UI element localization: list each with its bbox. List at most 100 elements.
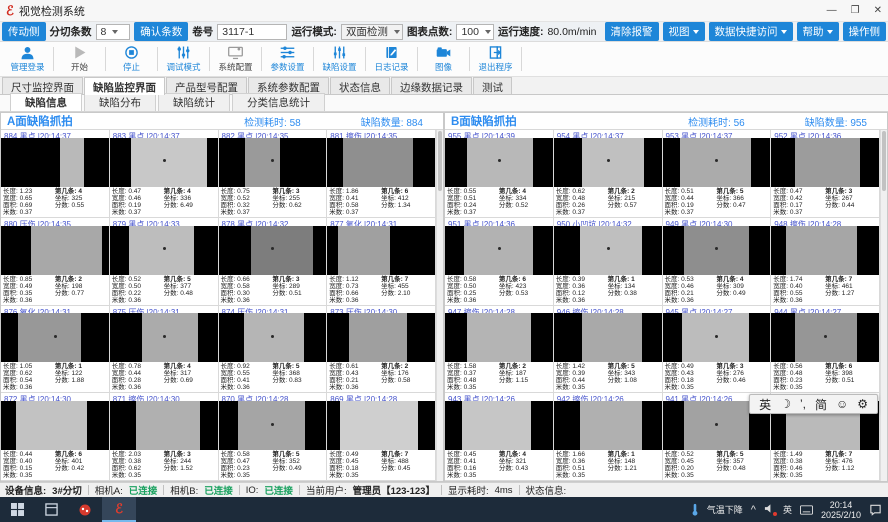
help-menu-button[interactable]: 帮助	[797, 22, 839, 41]
defect-cell[interactable]: 873 压伤 |20:14:30长度: 0.61宽度: 0.43面积: 0.21…	[327, 306, 436, 394]
red-app-icon	[78, 503, 92, 517]
keyboard-icon[interactable]	[800, 505, 813, 515]
defect-cell[interactable]: 942 擦伤 |20:14:26长度: 1.66宽度: 0.36面积: 0.51…	[554, 393, 663, 481]
volume-icon[interactable]	[764, 503, 775, 516]
scrollbar-a[interactable]	[436, 130, 443, 481]
ime-item-3[interactable]: 简	[815, 396, 827, 413]
defect-cell[interactable]: 879 黑点 |20:14:33长度: 0.52宽度: 0.50面积: 0.22…	[110, 218, 219, 306]
debug-mode-button[interactable]: 调试模式	[160, 43, 207, 76]
ime-toolbar[interactable]: 英 ☽ ’, 简 ☺ ⚙	[749, 394, 878, 414]
defect-settings-button[interactable]: 缺陷设置	[316, 43, 363, 76]
defect-cell-header: 948 擦伤 |20:14:28	[771, 218, 879, 226]
sub-tab-0[interactable]: 缺陷信息	[10, 93, 82, 111]
defect-cell[interactable]: 882 黑点 |20:14:35长度: 0.75宽度: 0.52面积: 0.32…	[219, 130, 328, 218]
close-button[interactable]: ✕	[874, 5, 882, 16]
defect-cell[interactable]: 952 黑点 |20:14:36长度: 0.47宽度: 0.42面积: 0.17…	[771, 130, 880, 218]
task-view-button[interactable]	[34, 497, 68, 522]
defect-stats: 长度: 0.61宽度: 0.43面积: 0.21米数: 0.36第几条: 2坐标…	[327, 362, 435, 392]
defect-stats: 长度: 0.53宽度: 0.46面积: 0.21米数: 0.36第几条: 4坐标…	[663, 275, 771, 305]
roll-number-input[interactable]: 3117-1	[217, 24, 287, 40]
defect-cell[interactable]: 948 擦伤 |20:14:28长度: 1.74宽度: 0.40面积: 0.55…	[771, 218, 880, 306]
ime-item-4[interactable]: ☺	[836, 397, 848, 411]
system-config-button[interactable]: 系统配置	[212, 43, 259, 76]
defect-cell-header: 881 擦伤 |20:14:35	[327, 130, 435, 138]
view-menu-button[interactable]: 视图	[663, 22, 705, 41]
clear-alarm-button[interactable]: 清除报警	[605, 22, 659, 41]
defect-cell[interactable]: 883 黑点 |20:14:37长度: 0.47宽度: 0.46面积: 0.19…	[110, 130, 219, 218]
main-tab-0[interactable]: 尺寸监控界面	[2, 77, 83, 94]
sub-tab-1[interactable]: 缺陷分布	[84, 93, 156, 111]
defect-cell[interactable]: 955 黑点 |20:14:39长度: 0.55宽度: 0.51面积: 0.24…	[445, 130, 554, 218]
ime-item-2[interactable]: ’,	[800, 397, 806, 411]
defect-cell[interactable]: 870 黑点 |20:14:28长度: 0.58宽度: 0.47面积: 0.23…	[219, 393, 328, 481]
ime-item-1[interactable]: ☽	[780, 397, 791, 411]
run-mode-select[interactable]: 双面检测	[341, 24, 403, 40]
exit-program-button[interactable]: 退出程序	[472, 43, 519, 76]
main-tab-2[interactable]: 产品型号配置	[166, 77, 247, 94]
main-tab-3[interactable]: 系统参数配置	[248, 77, 329, 94]
chevron-down-icon	[112, 30, 118, 34]
confirm-count-button[interactable]: 确认条数	[134, 22, 188, 41]
defect-cell[interactable]: 881 擦伤 |20:14:35长度: 1.86宽度: 0.41面积: 0.58…	[327, 130, 436, 218]
chart-points-select[interactable]: 100	[456, 24, 494, 40]
ime-item-0[interactable]: 英	[759, 396, 771, 413]
weather-text[interactable]: 气温下降	[707, 503, 743, 516]
defect-cell-header: 880 压伤 |20:14:35	[1, 218, 109, 226]
active-app-button[interactable]: ℰ	[102, 497, 136, 522]
defect-thumbnail	[219, 313, 327, 362]
defect-cell[interactable]: 954 黑点 |20:14:37长度: 0.62宽度: 0.48面积: 0.26…	[554, 130, 663, 218]
app-logo-icon: ℰ	[115, 501, 123, 517]
pinned-app-button[interactable]	[68, 497, 102, 522]
defect-thumbnail	[1, 226, 109, 275]
defect-cell[interactable]: 875 压伤 |20:14:31长度: 0.78宽度: 0.44面积: 0.28…	[110, 306, 219, 394]
defect-cell[interactable]: 945 黑点 |20:14:27长度: 0.49宽度: 0.43面积: 0.18…	[663, 306, 772, 394]
defect-monitor-content: A面缺陷抓拍 检测耗时: 58 缺陷数量: 884 884 黑点 |20:14:…	[0, 112, 888, 482]
main-tab-6[interactable]: 测试	[473, 77, 512, 94]
sub-tab-3[interactable]: 分类信息统计	[232, 93, 325, 111]
admin-login-button[interactable]: 管理登录	[4, 43, 51, 76]
defect-mark	[715, 423, 718, 426]
defect-cell[interactable]: 946 擦伤 |20:14:28长度: 1.42宽度: 0.39面积: 0.44…	[554, 306, 663, 394]
drive-side-button[interactable]: 传动侧	[2, 22, 46, 41]
tray-expand-chevron[interactable]: ^	[751, 504, 756, 516]
ime-item-5[interactable]: ⚙	[857, 397, 868, 411]
defect-cell[interactable]: 877 氧化 |20:14:31长度: 1.12宽度: 0.73面积: 0.66…	[327, 218, 436, 306]
defect-cell[interactable]: 876 氧化 |20:14:31长度: 1.05宽度: 0.62面积: 0.54…	[1, 306, 110, 394]
log-record-button[interactable]: 日志记录	[368, 43, 415, 76]
defect-cell[interactable]: 878 黑点 |20:14:32长度: 0.66宽度: 0.58面积: 0.30…	[219, 218, 328, 306]
notification-center-icon[interactable]	[869, 504, 882, 516]
data-access-menu-button[interactable]: 数据快捷访问	[709, 22, 793, 41]
ime-language-indicator[interactable]: 英	[783, 503, 792, 516]
defect-thumbnail	[219, 401, 327, 450]
parameter-settings-button[interactable]: 参数设置	[264, 43, 311, 76]
main-tab-5[interactable]: 边缘数据记录	[391, 77, 472, 94]
main-tab-1[interactable]: 缺陷监控界面	[84, 77, 165, 95]
scrollbar-b[interactable]	[880, 130, 887, 481]
defect-cell[interactable]: 874 压伤 |20:14:31长度: 0.92宽度: 0.55面积: 0.41…	[219, 306, 328, 394]
defect-cell[interactable]: 950 小凹坑 |20:14:32长度: 0.39宽度: 0.36面积: 0.1…	[554, 218, 663, 306]
start-button[interactable]: 开始	[56, 43, 103, 76]
start-menu-button[interactable]	[0, 497, 34, 522]
maximize-button[interactable]: ❐	[851, 5, 860, 16]
defect-cell[interactable]: 944 黑点 |20:14:27长度: 0.56宽度: 0.48面积: 0.23…	[771, 306, 880, 394]
defect-cell[interactable]: 871 擦伤 |20:14:30长度: 2.03宽度: 0.38面积: 0.62…	[110, 393, 219, 481]
volume-alert-badge	[773, 512, 777, 516]
defect-cell[interactable]: 872 黑点 |20:14:30长度: 0.44宽度: 0.40面积: 0.15…	[1, 393, 110, 481]
defect-cell[interactable]: 880 压伤 |20:14:35长度: 0.85宽度: 0.49面积: 0.35…	[1, 218, 110, 306]
main-tab-4[interactable]: 状态信息	[330, 77, 390, 94]
defect-cell[interactable]: 953 黑点 |20:14:37长度: 0.51宽度: 0.44面积: 0.19…	[663, 130, 772, 218]
defect-cell[interactable]: 947 擦伤 |20:14:28长度: 1.58宽度: 0.37面积: 0.48…	[445, 306, 554, 394]
defect-cell[interactable]: 951 黑点 |20:14:36长度: 0.58宽度: 0.50面积: 0.25…	[445, 218, 554, 306]
operate-side-button[interactable]: 操作侧	[843, 22, 887, 41]
stop-button[interactable]: 停止	[108, 43, 155, 76]
defect-cell[interactable]: 949 黑点 |20:14:30长度: 0.53宽度: 0.46面积: 0.21…	[663, 218, 772, 306]
defect-mark	[607, 247, 610, 250]
defect-cell[interactable]: 943 黑点 |20:14:26长度: 0.45宽度: 0.41面积: 0.16…	[445, 393, 554, 481]
image-button[interactable]: 图像	[420, 43, 467, 76]
defect-cell[interactable]: 869 黑点 |20:14:28长度: 0.49宽度: 0.45面积: 0.18…	[327, 393, 436, 481]
sub-tab-2[interactable]: 缺陷统计	[158, 93, 230, 111]
minimize-button[interactable]: —	[827, 5, 837, 16]
split-count-select[interactable]: 8	[96, 24, 131, 40]
taskbar-clock[interactable]: 20:14 2025/2/10	[821, 500, 861, 520]
defect-cell[interactable]: 884 黑点 |20:14:37长度: 1.23宽度: 0.65面积: 0.69…	[1, 130, 110, 218]
